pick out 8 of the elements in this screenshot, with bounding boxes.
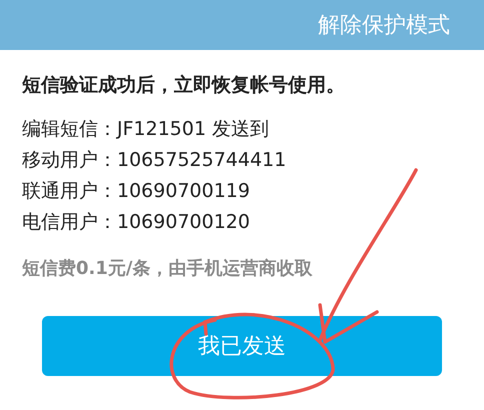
instruction-line: 移动用户：10657525744411 bbox=[22, 148, 288, 173]
instruction-line: 编辑短信：JF121501 发送到 bbox=[22, 117, 270, 142]
header-title: 解除保护模式 bbox=[318, 12, 450, 40]
instruction-line: 联通用户：10690700119 bbox=[22, 179, 251, 204]
headline-text: 短信验证成功后，立即恢复帐号使用。 bbox=[22, 73, 346, 98]
instruction-line: 电信用户：10690700120 bbox=[22, 210, 251, 235]
sent-button[interactable]: 我已发送 bbox=[42, 316, 442, 376]
fee-note: 短信费0.1元/条，由手机运营商收取 bbox=[22, 257, 314, 280]
